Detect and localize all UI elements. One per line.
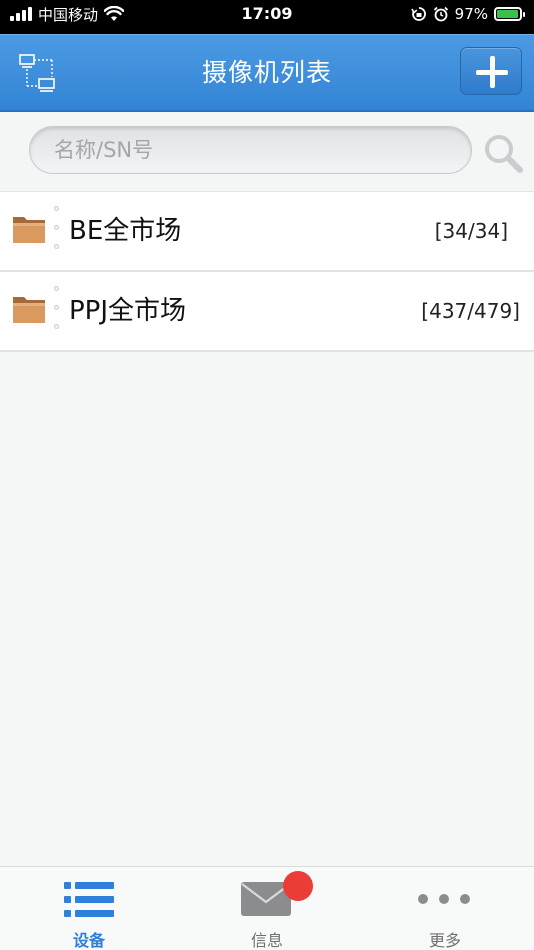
status-right: 97% bbox=[410, 0, 525, 28]
online-count: [437/479] bbox=[421, 299, 520, 323]
add-camera-button[interactable] bbox=[460, 47, 522, 95]
drag-handle[interactable] bbox=[54, 286, 60, 332]
list-icon bbox=[64, 882, 114, 917]
search-icon[interactable] bbox=[482, 132, 524, 174]
nav-bar: 摄像机列表 bbox=[0, 34, 534, 112]
online-count: [34/34] bbox=[434, 219, 508, 243]
more-icon bbox=[418, 894, 470, 904]
device-tree-icon[interactable] bbox=[18, 53, 56, 93]
notification-badge bbox=[283, 871, 313, 901]
search-input[interactable] bbox=[29, 126, 472, 174]
rotation-lock-icon bbox=[410, 7, 426, 21]
folder-icon bbox=[13, 217, 45, 243]
tab-devices[interactable]: 设备 bbox=[0, 867, 178, 950]
page-title: 摄像机列表 bbox=[201, 58, 332, 87]
search-bar bbox=[0, 112, 534, 192]
alarm-icon bbox=[433, 6, 448, 22]
drag-handle[interactable] bbox=[54, 206, 60, 252]
folder-icon bbox=[13, 297, 45, 323]
battery-fill bbox=[497, 10, 519, 18]
list-item[interactable]: BE全市场 [34/34] bbox=[0, 192, 534, 272]
tab-messages[interactable]: 信息 bbox=[178, 867, 356, 950]
group-name: PPJ全市场 bbox=[69, 296, 187, 326]
camera-group-list: BE全市场 [34/34] PPJ全市场 [437/479] bbox=[0, 192, 534, 352]
list-item[interactable]: PPJ全市场 [437/479] bbox=[0, 272, 534, 352]
group-name: BE全市场 bbox=[69, 216, 182, 246]
status-bar: 中国移动 17:09 97% bbox=[0, 0, 534, 34]
battery-icon bbox=[494, 7, 525, 21]
battery-percent: 97% bbox=[454, 5, 488, 23]
tab-label: 设备 bbox=[72, 931, 105, 950]
tab-bar: 设备 信息 更多 bbox=[0, 866, 534, 950]
tab-label: 信息 bbox=[250, 931, 283, 950]
tab-more[interactable]: 更多 bbox=[356, 867, 534, 950]
tab-label: 更多 bbox=[428, 931, 461, 950]
